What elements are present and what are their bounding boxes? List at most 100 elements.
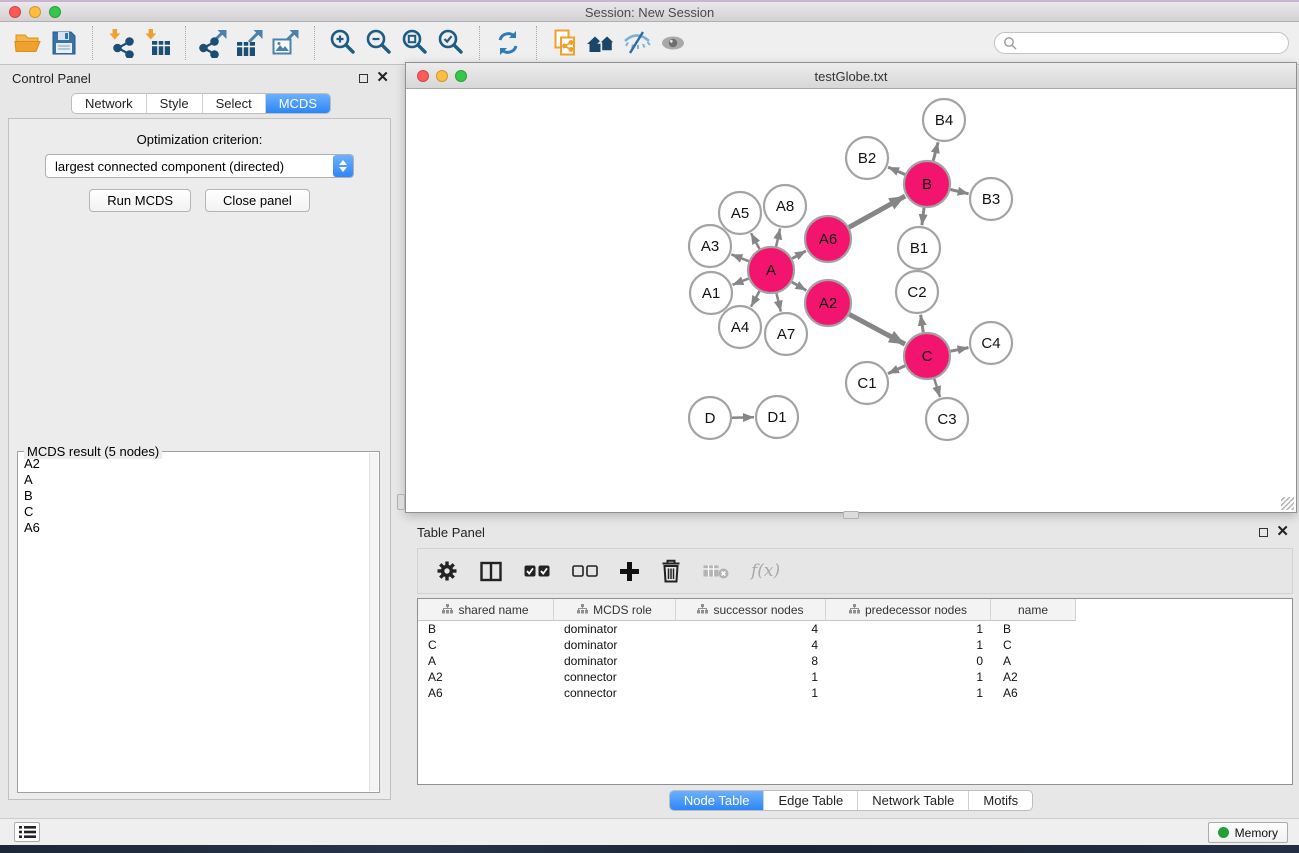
table-cell[interactable]: 0	[826, 654, 991, 668]
import-table-button[interactable]	[139, 25, 175, 61]
table-row[interactable]: A2connector11A2	[418, 669, 1292, 685]
network-node-C3[interactable]: C3	[926, 398, 968, 440]
column-header-name[interactable]: name	[991, 599, 1076, 621]
table-cell[interactable]: A6	[418, 686, 554, 700]
table-row[interactable]: Adominator80A	[418, 653, 1292, 669]
table-cell[interactable]: A2	[418, 670, 554, 684]
import-network-button[interactable]	[103, 25, 139, 61]
table-cell[interactable]: C	[418, 638, 554, 652]
table-cell[interactable]: A	[418, 654, 554, 668]
table-cell[interactable]: 1	[676, 686, 826, 700]
tab-mcds[interactable]: MCDS	[265, 94, 330, 113]
export-table-button[interactable]	[232, 25, 268, 61]
export-image-button[interactable]	[268, 25, 304, 61]
network-node-C4[interactable]: C4	[970, 322, 1012, 364]
zoom-in-button[interactable]	[325, 25, 361, 61]
mcds-result-item[interactable]: A	[24, 472, 368, 488]
network-node-B4[interactable]: B4	[923, 99, 965, 141]
network-node-A7[interactable]: A7	[765, 313, 807, 355]
horizontal-splitter-grip[interactable]	[843, 511, 859, 519]
select-all-button[interactable]	[524, 556, 550, 586]
tab-node-table[interactable]: Node Table	[670, 791, 764, 810]
show-all-button[interactable]	[655, 25, 691, 61]
network-edge-A-A1[interactable]	[733, 279, 749, 285]
network-edge-A-A7[interactable]	[777, 293, 781, 311]
table-cell[interactable]: B	[991, 622, 1076, 636]
deselect-all-button[interactable]	[572, 556, 598, 586]
memory-button[interactable]: Memory	[1208, 822, 1288, 843]
network-node-A3[interactable]: A3	[689, 225, 731, 267]
duplicate-network-button[interactable]	[547, 25, 583, 61]
network-edge-A6-B[interactable]	[849, 196, 905, 227]
delete-column-button[interactable]	[661, 556, 681, 586]
network-edge-A2-C[interactable]	[849, 314, 905, 344]
network-node-A5[interactable]: A5	[719, 192, 761, 234]
network-edge-C-C2[interactable]	[921, 315, 924, 333]
network-edge-A-A3[interactable]	[731, 254, 748, 261]
table-cell[interactable]: 8	[676, 654, 826, 668]
float-panel-icon[interactable]	[1259, 528, 1268, 537]
column-header-shared-name[interactable]: shared name	[418, 599, 554, 621]
network-edge-A-A4[interactable]	[751, 291, 760, 307]
table-cell[interactable]: connector	[554, 670, 676, 684]
table-cell[interactable]: A	[991, 654, 1076, 668]
table-cell[interactable]: connector	[554, 686, 676, 700]
network-node-A1[interactable]: A1	[690, 272, 732, 314]
table-row[interactable]: Cdominator41C	[418, 637, 1292, 653]
network-edge-A-A5[interactable]	[751, 233, 760, 249]
network-edge-B-B3[interactable]	[950, 190, 968, 194]
split-panel-button[interactable]	[480, 556, 502, 586]
close-panel-icon[interactable]: ✕	[1276, 527, 1289, 537]
close-panel-button[interactable]: Close panel	[205, 189, 310, 212]
table-cell[interactable]: dominator	[554, 622, 676, 636]
network-node-B3[interactable]: B3	[970, 178, 1012, 220]
mcds-result-item[interactable]: A6	[24, 520, 368, 536]
network-node-A8[interactable]: A8	[764, 185, 806, 227]
mcds-result-item[interactable]: C	[24, 504, 368, 520]
hide-selected-button[interactable]	[619, 25, 655, 61]
network-node-B[interactable]: B	[904, 161, 950, 207]
table-cell[interactable]: 4	[676, 622, 826, 636]
save-session-button[interactable]	[46, 25, 82, 61]
network-node-D[interactable]: D	[689, 397, 731, 439]
table-cell[interactable]: B	[418, 622, 554, 636]
add-column-button[interactable]	[620, 556, 639, 586]
zoom-fit-button[interactable]	[397, 25, 433, 61]
table-settings-button[interactable]	[436, 556, 458, 586]
network-node-A6[interactable]: A6	[805, 216, 851, 262]
table-cell[interactable]: A2	[991, 670, 1076, 684]
network-edge-A-A2[interactable]	[792, 282, 807, 291]
export-network-button[interactable]	[196, 25, 232, 61]
table-cell[interactable]: 1	[826, 670, 991, 684]
network-node-D1[interactable]: D1	[756, 396, 798, 438]
network-node-B1[interactable]: B1	[898, 227, 940, 269]
open-session-button[interactable]	[10, 25, 46, 61]
tab-network-table[interactable]: Network Table	[857, 791, 968, 810]
network-edge-B-B2[interactable]	[888, 167, 905, 174]
network-edge-A-A6[interactable]	[792, 251, 806, 259]
table-cell[interactable]: 1	[826, 622, 991, 636]
vertical-splitter-grip[interactable]	[397, 494, 405, 510]
table-cell[interactable]: 1	[676, 670, 826, 684]
table-cell[interactable]: A6	[991, 686, 1076, 700]
tab-select[interactable]: Select	[202, 94, 265, 113]
mcds-result-item[interactable]: A2	[24, 456, 368, 472]
run-mcds-button[interactable]: Run MCDS	[89, 189, 191, 212]
network-node-C[interactable]: C	[904, 333, 950, 379]
tab-edge-table[interactable]: Edge Table	[763, 791, 857, 810]
task-history-button[interactable]	[14, 822, 40, 842]
network-edge-B-B4[interactable]	[933, 142, 938, 161]
optimization-criterion-select[interactable]: largest connected component (directed)	[45, 154, 354, 178]
refresh-view-button[interactable]	[490, 25, 526, 61]
table-cell[interactable]: 1	[826, 686, 991, 700]
mcds-result-item[interactable]: B	[24, 488, 368, 504]
table-cell[interactable]: dominator	[554, 654, 676, 668]
tab-motifs[interactable]: Motifs	[968, 791, 1032, 810]
table-row[interactable]: A6connector11A6	[418, 685, 1292, 701]
zoom-selected-button[interactable]	[433, 25, 469, 61]
close-panel-icon[interactable]: ✕	[376, 73, 389, 83]
table-cell[interactable]: dominator	[554, 638, 676, 652]
tab-style[interactable]: Style	[146, 94, 202, 113]
network-edge-C-C3[interactable]	[934, 379, 940, 397]
home-layout-button[interactable]	[583, 25, 619, 61]
